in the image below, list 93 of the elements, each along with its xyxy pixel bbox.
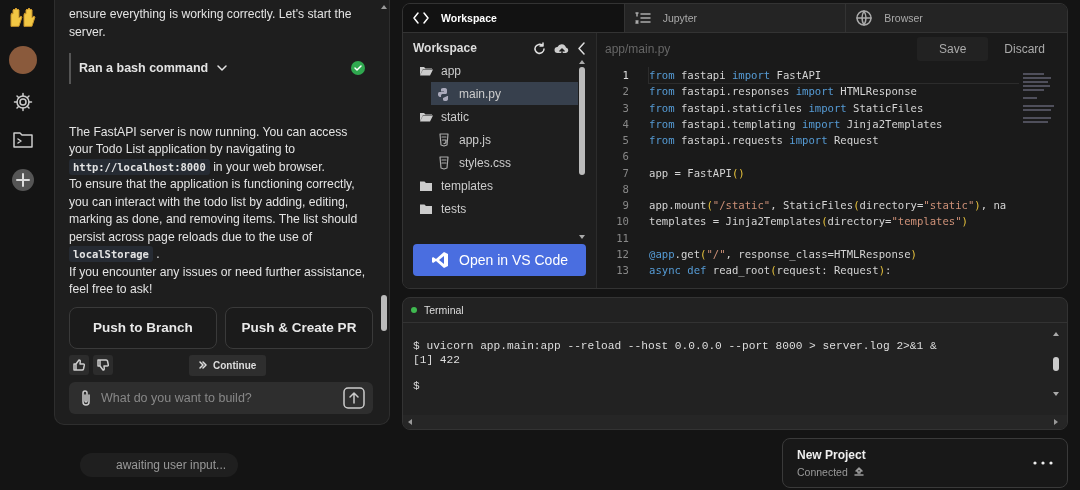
thumbs-down-button[interactable] (93, 355, 113, 376)
terminal-line: [1] 422 (413, 353, 461, 367)
thumbs-up-button[interactable] (69, 355, 89, 376)
line-number: 3 (621, 100, 630, 116)
code-line: from fastapi import FastAPI (649, 67, 1019, 84)
scrollbar-thumb[interactable] (381, 295, 387, 331)
file-icon (437, 155, 451, 170)
check-circle-icon (351, 61, 365, 76)
numbered-list-icon (634, 10, 651, 26)
line-number: 1 (621, 68, 630, 83)
scrollbar-thumb[interactable] (579, 67, 585, 175)
thumbs-up-icon (73, 359, 85, 372)
file-icon (437, 86, 451, 101)
terminal-folder-icon[interactable] (12, 130, 34, 150)
tool-step[interactable]: Ran a bash command (69, 53, 373, 84)
chevron-icon[interactable] (216, 64, 229, 73)
scroll-up-icon[interactable] (1052, 331, 1060, 337)
discard-button[interactable]: Discard (994, 37, 1067, 61)
terminal-title: Terminal (424, 304, 464, 316)
file-tree-item[interactable]: templates (413, 174, 578, 197)
file-tree-item[interactable]: app (413, 59, 578, 82)
scroll-down-icon[interactable] (578, 234, 586, 240)
line-number: 10 (615, 214, 630, 230)
code-line: from fastapi.responses import HTMLResponse (649, 84, 918, 100)
file-path: app/main.py (605, 42, 672, 56)
step-label: Ran a bash command (79, 59, 209, 77)
line-number: 8 (621, 181, 630, 197)
code-line: async def read_root(request: Request): (649, 263, 893, 279)
line-number: 11 (615, 230, 630, 246)
open-vscode-button[interactable]: Open in VS Code (413, 244, 586, 276)
file-tree-item[interactable]: static (413, 105, 578, 128)
explorer-title: Workspace (413, 41, 478, 55)
raised-hands-icon (8, 6, 38, 28)
line-number: 5 (621, 133, 630, 148)
chevron-left-icon[interactable] (578, 41, 586, 55)
prompt-input[interactable]: What do you want to build? (69, 381, 373, 414)
code-line: app = FastAPI() (649, 165, 746, 181)
terminal-line: $ uvicorn app.main:app --reload --host 0.0.0.0 --port 8000 > server.log 2>&1 & (413, 339, 938, 353)
message-text: ensure everything is working correctly. Let's start the server. (69, 6, 353, 41)
panel-tab[interactable]: Workspace (403, 4, 625, 32)
panel-tab[interactable]: Browser (846, 4, 1067, 32)
line-number: 12 (615, 246, 630, 262)
upload-cloud-icon (853, 467, 864, 477)
code-brackets-icon (413, 10, 429, 26)
scroll-left-icon[interactable] (407, 418, 413, 426)
panel-tab[interactable]: Jupyter (624, 4, 847, 32)
message-text: To ensure that the application is functioning correctly, you can interact with the todo list by adding, editing, marking as done, and removing items. The list should persist across page reloads due to the use of localStorage . (69, 176, 359, 264)
connection-status: Connected (797, 466, 848, 478)
scrollbar-thumb[interactable] (1053, 357, 1059, 371)
refresh-icon[interactable] (533, 41, 546, 55)
action-button[interactable]: Push & Create PR (225, 306, 373, 349)
avatar[interactable] (9, 46, 37, 74)
terminal-prompt: $ (413, 379, 421, 393)
line-number: 2 (621, 84, 630, 100)
message-text: If you encounter any issues or need further assistance, feel free to ask! (69, 263, 367, 299)
line-number: 7 (621, 165, 630, 181)
message-text: The FastAPI server is now running. You can access your Todo List application by navigating to http://localhost:8000 in your web browser. (69, 123, 349, 177)
code-line: @app.get("/", response_class=HTMLResponse) (649, 246, 918, 262)
plus-icon[interactable] (11, 168, 35, 192)
prompt-field[interactable]: What do you want to build? (99, 389, 335, 406)
horizontal-scrollbar[interactable] (403, 415, 1067, 429)
thumbs-down-icon (97, 359, 109, 372)
project-name: New Project (797, 448, 867, 462)
scroll-down-icon[interactable] (1052, 391, 1060, 397)
file-tree-item[interactable]: app.js (431, 128, 578, 151)
double-chevron-icon (199, 361, 207, 370)
vscode-logo-icon (431, 251, 449, 269)
file-tree-item[interactable]: main.py (431, 82, 578, 105)
line-number: 13 (615, 263, 630, 278)
code-line: from fastapi.templating import Jinja2Templates (649, 116, 944, 132)
status-text: awaiting user input... (80, 453, 239, 477)
globe-icon (856, 10, 873, 26)
more-options-icon[interactable] (1033, 461, 1053, 465)
save-button[interactable]: Save (916, 37, 989, 61)
continue-button[interactable]: Continue (189, 354, 267, 376)
file-icon (437, 132, 451, 147)
cloud-upload-icon[interactable] (554, 41, 570, 55)
settings-icon[interactable] (13, 92, 33, 112)
line-number: 9 (621, 198, 630, 213)
code-line: app.mount("/static", StaticFiles(directory="static"), na (649, 198, 1008, 213)
scrollbar[interactable] (578, 59, 586, 240)
line-number: 6 (621, 149, 630, 165)
scroll-up-icon[interactable] (578, 59, 586, 65)
scroll-up-icon[interactable] (380, 4, 388, 10)
line-number: 4 (621, 116, 630, 132)
paperclip-icon[interactable] (81, 388, 91, 407)
action-button[interactable]: Push to Branch (69, 306, 217, 349)
scroll-right-icon[interactable] (1053, 418, 1059, 426)
code-line: from fastapi.requests import Request (649, 133, 880, 148)
file-tree-item[interactable]: styles.css (431, 151, 578, 174)
file-tree-item[interactable]: tests (413, 197, 578, 220)
code-line: from fastapi.staticfiles import StaticFiles (649, 100, 925, 116)
code-line: templates = Jinja2Templates(directory="templates") (649, 214, 969, 230)
